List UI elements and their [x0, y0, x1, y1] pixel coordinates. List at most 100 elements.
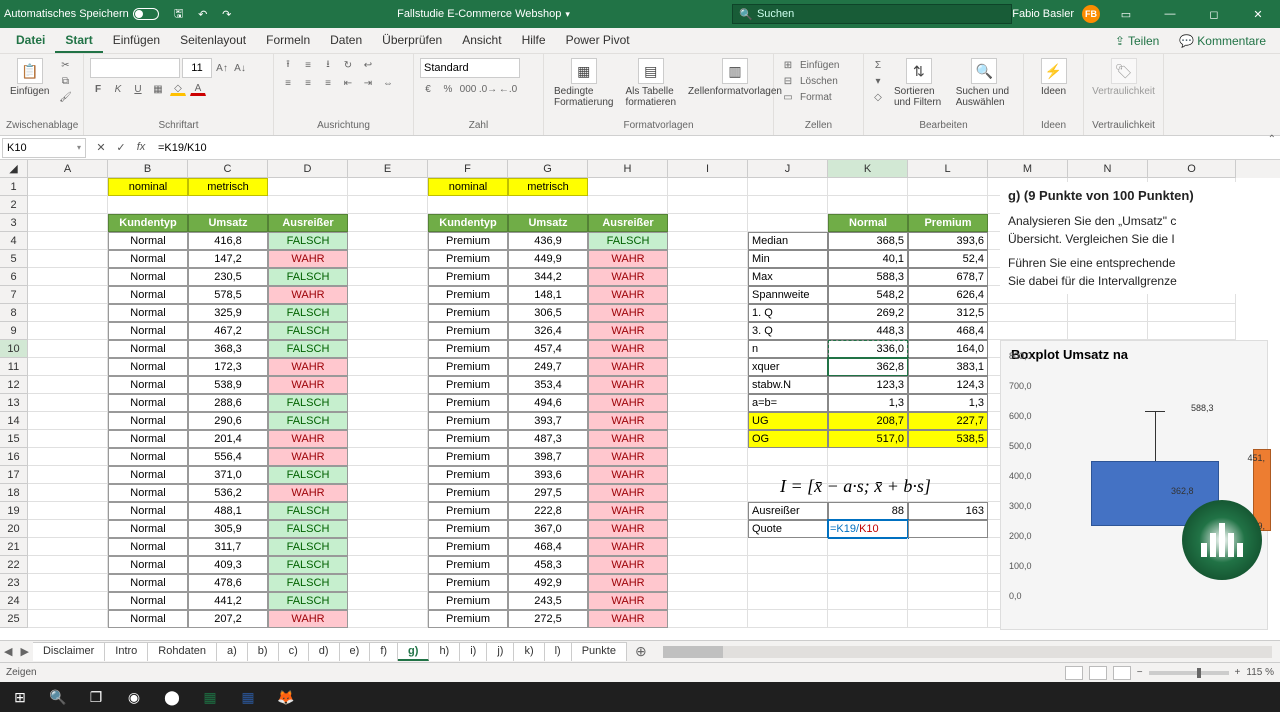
cell[interactable]: WAHR [588, 304, 668, 322]
cell[interactable]: Premium [428, 556, 508, 574]
sheet-tab[interactable]: i) [460, 642, 487, 661]
cell[interactable] [28, 502, 108, 520]
insert-cells-button[interactable]: ⊞Einfügen [780, 58, 857, 72]
redo-icon[interactable]: ↷ [219, 6, 235, 22]
cell[interactable] [908, 520, 988, 538]
cell[interactable] [668, 484, 748, 502]
normal-view-icon[interactable] [1065, 666, 1083, 680]
cell[interactable]: Normal [108, 340, 188, 358]
tab-ueberpruefen[interactable]: Überprüfen [372, 28, 452, 53]
copy-icon[interactable]: ⧉ [57, 74, 73, 88]
cell[interactable] [668, 196, 748, 214]
cell[interactable] [668, 412, 748, 430]
cell[interactable] [748, 214, 828, 232]
cell[interactable]: WAHR [268, 286, 348, 304]
cell[interactable]: Premium [908, 214, 988, 232]
cell[interactable] [668, 214, 748, 232]
cell[interactable]: WAHR [588, 250, 668, 268]
cell[interactable] [828, 178, 908, 196]
cell[interactable]: Premium [428, 376, 508, 394]
cell[interactable] [28, 286, 108, 304]
col-header-I[interactable]: I [668, 160, 748, 178]
grow-font-icon[interactable]: A↑ [214, 61, 230, 75]
cell[interactable]: 398,7 [508, 448, 588, 466]
cell[interactable]: Spannweite [748, 286, 828, 304]
sheet-tab[interactable]: e) [340, 642, 371, 661]
paste-button[interactable]: 📋Einfügen [6, 58, 53, 97]
sheet-tab[interactable]: a) [217, 642, 248, 661]
cell[interactable]: WAHR [588, 520, 668, 538]
cell[interactable] [28, 484, 108, 502]
cell[interactable]: Kundentyp [108, 214, 188, 232]
cell[interactable]: stabw.N [748, 376, 828, 394]
cell[interactable]: Max [748, 268, 828, 286]
cell[interactable]: WAHR [588, 340, 668, 358]
horizontal-scrollbar[interactable] [663, 646, 1272, 658]
cell[interactable]: Premium [428, 340, 508, 358]
cell[interactable] [748, 556, 828, 574]
cell[interactable]: 436,9 [508, 232, 588, 250]
cell[interactable] [108, 196, 188, 214]
cell[interactable] [28, 430, 108, 448]
merge-icon[interactable]: ⇔ [380, 76, 396, 90]
cell[interactable]: 393,6 [508, 466, 588, 484]
row-header-23[interactable]: 23 [0, 574, 28, 592]
cell[interactable] [28, 448, 108, 466]
cell[interactable] [668, 304, 748, 322]
cell[interactable] [1068, 322, 1148, 340]
align-bottom-icon[interactable]: ⭳ [320, 58, 336, 72]
word-icon[interactable]: ▦ [230, 682, 266, 712]
cell[interactable] [348, 340, 428, 358]
cell[interactable] [828, 610, 908, 628]
cell[interactable] [348, 304, 428, 322]
cell[interactable] [908, 574, 988, 592]
cell[interactable] [28, 250, 108, 268]
comma-icon[interactable]: 000 [460, 82, 476, 96]
cell[interactable]: a=b= [748, 394, 828, 412]
cell[interactable]: 538,9 [188, 376, 268, 394]
row-header-22[interactable]: 22 [0, 556, 28, 574]
row-header-15[interactable]: 15 [0, 430, 28, 448]
cell[interactable] [28, 610, 108, 628]
cell[interactable] [348, 178, 428, 196]
border-icon[interactable]: ▦ [150, 82, 166, 96]
row-header-9[interactable]: 9 [0, 322, 28, 340]
cell[interactable]: 52,4 [908, 250, 988, 268]
search-box[interactable]: 🔍 Suchen [732, 4, 1012, 24]
cell[interactable]: 290,6 [188, 412, 268, 430]
cell[interactable]: Normal [108, 538, 188, 556]
cell[interactable]: 441,2 [188, 592, 268, 610]
col-header-O[interactable]: O [1148, 160, 1236, 178]
row-header-5[interactable]: 5 [0, 250, 28, 268]
cell[interactable]: Normal [108, 484, 188, 502]
cell[interactable]: WAHR [268, 484, 348, 502]
cell[interactable] [28, 268, 108, 286]
conditional-format-button[interactable]: ▦Bedingte Formatierung [550, 58, 617, 108]
col-header-G[interactable]: G [508, 160, 588, 178]
wrap-text-icon[interactable]: ↩ [360, 58, 376, 72]
cell[interactable] [1068, 304, 1148, 322]
cell[interactable]: 148,1 [508, 286, 588, 304]
cell[interactable] [188, 196, 268, 214]
cell[interactable]: Umsatz [508, 214, 588, 232]
cell[interactable]: FALSCH [268, 592, 348, 610]
cell[interactable] [668, 358, 748, 376]
clear-icon[interactable]: ◇ [870, 90, 886, 104]
cell[interactable] [348, 556, 428, 574]
cell[interactable] [28, 538, 108, 556]
row-header-2[interactable]: 2 [0, 196, 28, 214]
cell[interactable]: Normal [108, 394, 188, 412]
cell[interactable]: 243,5 [508, 592, 588, 610]
tab-powerpivot[interactable]: Power Pivot [556, 28, 640, 53]
cell[interactable] [668, 322, 748, 340]
cell[interactable]: Normal [108, 574, 188, 592]
cell[interactable]: Premium [428, 394, 508, 412]
cell[interactable] [348, 574, 428, 592]
cell[interactable]: WAHR [268, 430, 348, 448]
cell[interactable] [28, 520, 108, 538]
zoom-out-icon[interactable]: − [1137, 667, 1143, 678]
formula-input[interactable]: =K19/K10 [154, 142, 1280, 154]
worksheet-grid[interactable]: ◢ ABCDEFGHIJKLMNO 1nominalmetrischnomina… [0, 160, 1280, 640]
cell[interactable]: WAHR [588, 484, 668, 502]
cell[interactable] [348, 448, 428, 466]
